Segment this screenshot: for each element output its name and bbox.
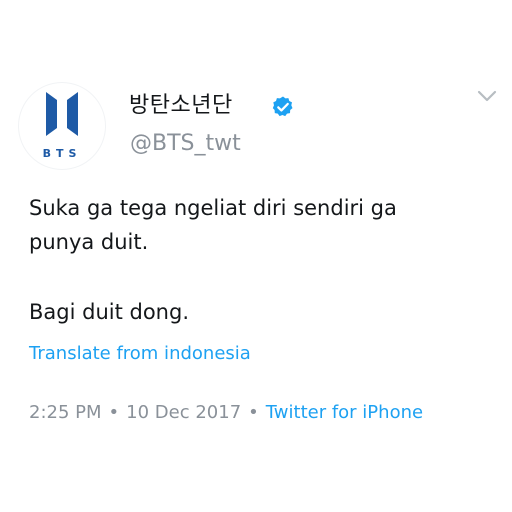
chevron-down-icon[interactable] — [476, 88, 498, 104]
tweet-text-line: punya duit. — [29, 230, 149, 254]
tweet-card: BTS 방탄소년단 @BTS_twt Suka ga tega ngeliat … — [0, 0, 512, 512]
display-name[interactable]: 방탄소년단 — [129, 92, 233, 120]
tweet-date: 10 Dec 2017 — [126, 402, 242, 423]
tweet-text-line: Suka ga tega ngeliat diri sendiri ga — [29, 196, 397, 220]
tweet-metadata: 2:25 PM • 10 Dec 2017 • Twitter for iPhone — [29, 400, 423, 426]
avatar[interactable]: BTS — [18, 82, 106, 170]
tweet-time: 2:25 PM — [29, 402, 102, 423]
user-handle[interactable]: @BTS_twt — [130, 130, 241, 158]
translate-link[interactable]: Translate from indonesia — [29, 342, 251, 366]
avatar-logo-text: BTS — [43, 147, 82, 160]
tweet-text-line: Bagi duit dong. — [29, 300, 189, 324]
tweet-source-link[interactable]: Twitter for iPhone — [266, 402, 423, 423]
separator-dot: • — [248, 402, 259, 423]
separator-dot: • — [108, 402, 120, 423]
verified-badge-icon — [272, 96, 293, 117]
